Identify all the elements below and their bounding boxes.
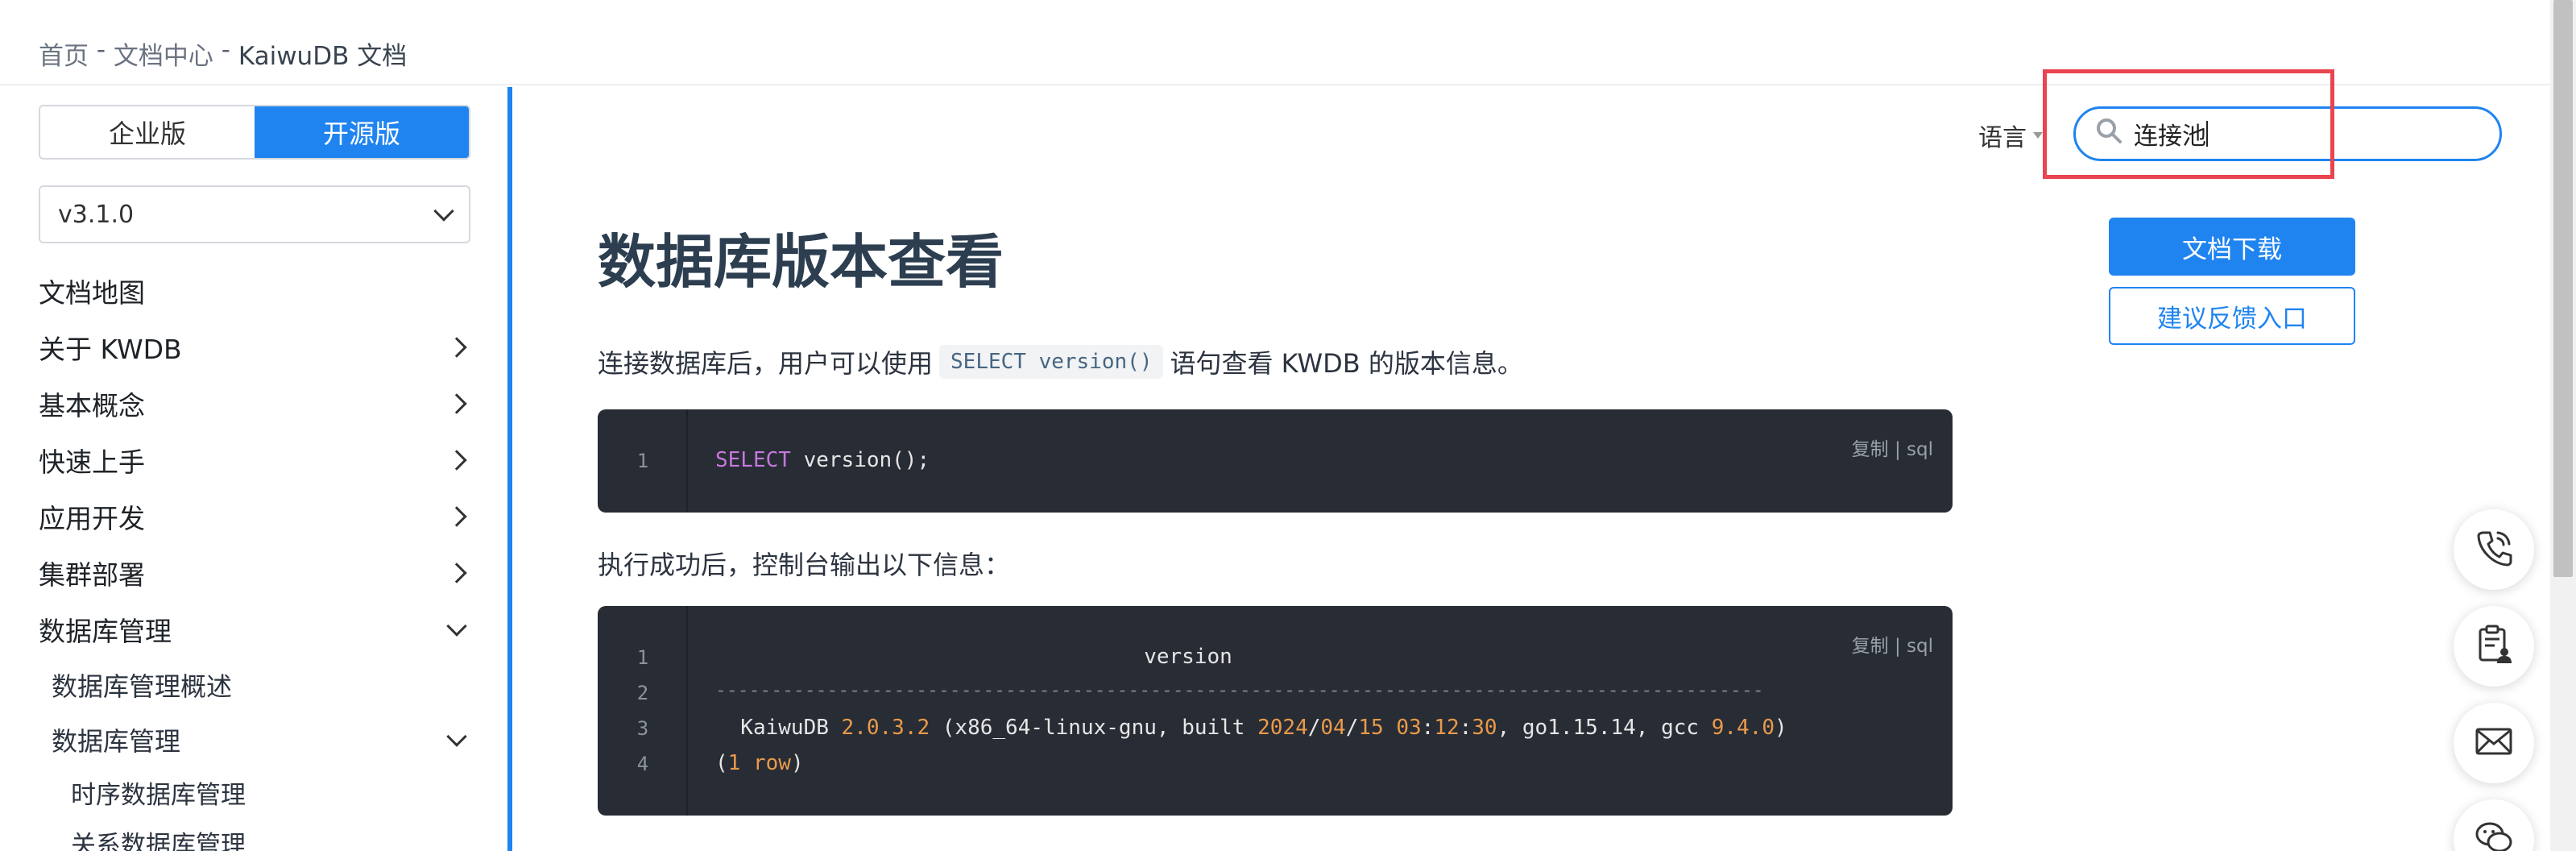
breadcrumb-home[interactable]: 首页: [39, 35, 89, 72]
copy-code-button[interactable]: 复制 | sql: [1852, 434, 1933, 461]
inline-code: SELECT version(): [939, 345, 1164, 379]
line-number: 2: [636, 682, 649, 704]
sidebar-item-app-dev[interactable]: 应用开发: [39, 488, 474, 545]
breadcrumb-separator: -: [213, 35, 238, 64]
chat-icon: [2472, 816, 2516, 851]
version-value: v3.1.0: [58, 200, 135, 229]
copy-code-button[interactable]: 复制 | sql: [1852, 630, 1933, 658]
sidebar-item-db-admin[interactable]: 数据库管理: [39, 601, 474, 658]
numeric-literal: 2.0.3.2: [841, 716, 930, 740]
code-line: SELECT version();: [715, 448, 930, 472]
line-number: 3: [636, 717, 649, 740]
page-title: 数据库版本查看: [598, 228, 1004, 296]
sidebar-subitem-rel-db-admin[interactable]: 关系数据库管理: [39, 817, 474, 851]
sidebar-item-label: 基本概念: [39, 390, 145, 421]
mail-icon: [2472, 720, 2516, 766]
intro-text-before: 连接数据库后，用户可以使用: [598, 348, 934, 379]
breadcrumb-separator: -: [89, 35, 114, 64]
email-contact-button[interactable]: [2454, 703, 2534, 783]
download-docs-button[interactable]: 文档下载: [2109, 218, 2355, 276]
numeric-literal: 1: [727, 751, 741, 775]
code-line: ----------------------------------------…: [715, 680, 1764, 701]
sidebar-item-quickstart[interactable]: 快速上手: [39, 432, 474, 488]
language-label: 语言: [1978, 124, 2027, 152]
chevron-down-icon: [433, 201, 454, 222]
code-line: KaiwuDB 2.0.3.2 (x86_64-linux-gnu, built…: [715, 716, 1787, 740]
phone-contact-button[interactable]: [2454, 509, 2534, 590]
code-line: (1 row): [715, 751, 804, 775]
contact-form-button[interactable]: [2454, 606, 2534, 687]
breadcrumb-docs[interactable]: 文档中心: [114, 35, 213, 72]
numeric-literal: 04: [1320, 716, 1346, 740]
breadcrumb: 首页 - 文档中心 - KaiwuDB 文档: [39, 35, 407, 72]
code-block-query: 复制 | sql 1 SELECT version();: [598, 409, 1953, 513]
chevron-right-icon: [446, 337, 467, 358]
caret-down-icon: [2033, 132, 2043, 139]
numeric-literal: 15: [1358, 716, 1384, 740]
feedback-button[interactable]: 建议反馈入口: [2109, 287, 2355, 345]
sidebar-item-cluster-deploy[interactable]: 集群部署: [39, 545, 474, 601]
chevron-right-icon: [446, 562, 467, 583]
sidebar-item-concepts[interactable]: 基本概念: [39, 376, 474, 432]
chevron-right-icon: [446, 393, 467, 414]
chevron-down-icon: [446, 726, 467, 747]
sidebar-item-label: 数据库管理: [52, 726, 181, 757]
sidebar-item-label: 应用开发: [39, 503, 145, 534]
phone-icon: [2472, 526, 2516, 573]
sidebar-item-label: 数据库管理概述: [52, 671, 233, 702]
page-scrollbar[interactable]: [2550, 0, 2576, 851]
sidebar-item-label: 关于 KWDB: [39, 334, 182, 365]
sidebar-item-label: 文档地图: [39, 277, 145, 309]
sidebar-nav: 文档地图 关于 KWDB 基本概念 快速上手 应用开发 集群部署 数据库管理 数…: [39, 263, 474, 851]
sidebar-divider: [507, 87, 512, 851]
chat-contact-button[interactable]: [2454, 799, 2534, 851]
sidebar-item-label: 数据库管理: [39, 616, 172, 647]
sidebar-item-about[interactable]: 关于 KWDB: [39, 319, 474, 376]
edition-enterprise-tab[interactable]: 企业版: [40, 106, 255, 158]
numeric-literal: 03: [1396, 716, 1422, 740]
sidebar-item-label: 关系数据库管理: [71, 830, 246, 851]
sql-code: version();: [790, 448, 930, 472]
code-gutter: [598, 606, 688, 816]
version-select[interactable]: v3.1.0: [39, 185, 470, 243]
edition-toggle: 企业版 开源版: [39, 105, 470, 160]
intro-paragraph: 连接数据库后，用户可以使用 SELECT version() 语句查看 KWDB…: [598, 343, 1523, 380]
line-number: 1: [636, 450, 649, 472]
chevron-right-icon: [446, 450, 467, 471]
code-line: version: [715, 645, 1232, 669]
edition-open-source-tab[interactable]: 开源版: [255, 106, 469, 158]
numeric-literal: 2024: [1257, 716, 1308, 740]
numeric-literal: 30: [1472, 716, 1497, 740]
sql-keyword: SELECT: [715, 448, 791, 472]
sidebar-subitem-ts-db-admin[interactable]: 时序数据库管理: [39, 767, 474, 817]
line-number: 4: [636, 753, 649, 775]
chevron-right-icon: [446, 506, 467, 527]
line-number: 1: [636, 646, 649, 669]
numeric-literal: 9.4.0: [1711, 716, 1775, 740]
highlight-annotation-box: [2043, 69, 2334, 179]
keyword-row: row: [752, 751, 791, 775]
numeric-literal: 12: [1434, 716, 1460, 740]
sidebar-item-label: 时序数据库管理: [71, 780, 246, 810]
result-paragraph: 执行成功后，控制台输出以下信息：: [598, 545, 1010, 582]
sidebar-subitem-db-admin[interactable]: 数据库管理: [39, 712, 474, 767]
sidebar-subitem-db-admin-overview[interactable]: 数据库管理概述: [39, 658, 474, 712]
sidebar-item-label: 快速上手: [39, 446, 145, 478]
sidebar-item-label: 集群部署: [39, 559, 145, 591]
chevron-down-icon: [446, 616, 467, 637]
result-text: 执行成功后，控制台输出以下信息：: [598, 550, 1011, 580]
code-block-output: 复制 | sql 1 2 3 4 version ---------------…: [598, 606, 1953, 816]
sidebar-item-doc-map[interactable]: 文档地图: [39, 263, 474, 319]
intro-text-after: 语句查看 KWDB 的版本信息。: [1170, 348, 1523, 379]
breadcrumb-current[interactable]: KaiwuDB 文档: [238, 35, 407, 72]
language-selector[interactable]: 语言: [1978, 118, 2043, 153]
scrollbar-thumb[interactable]: [2553, 0, 2573, 577]
clipboard-user-icon: [2472, 623, 2516, 670]
